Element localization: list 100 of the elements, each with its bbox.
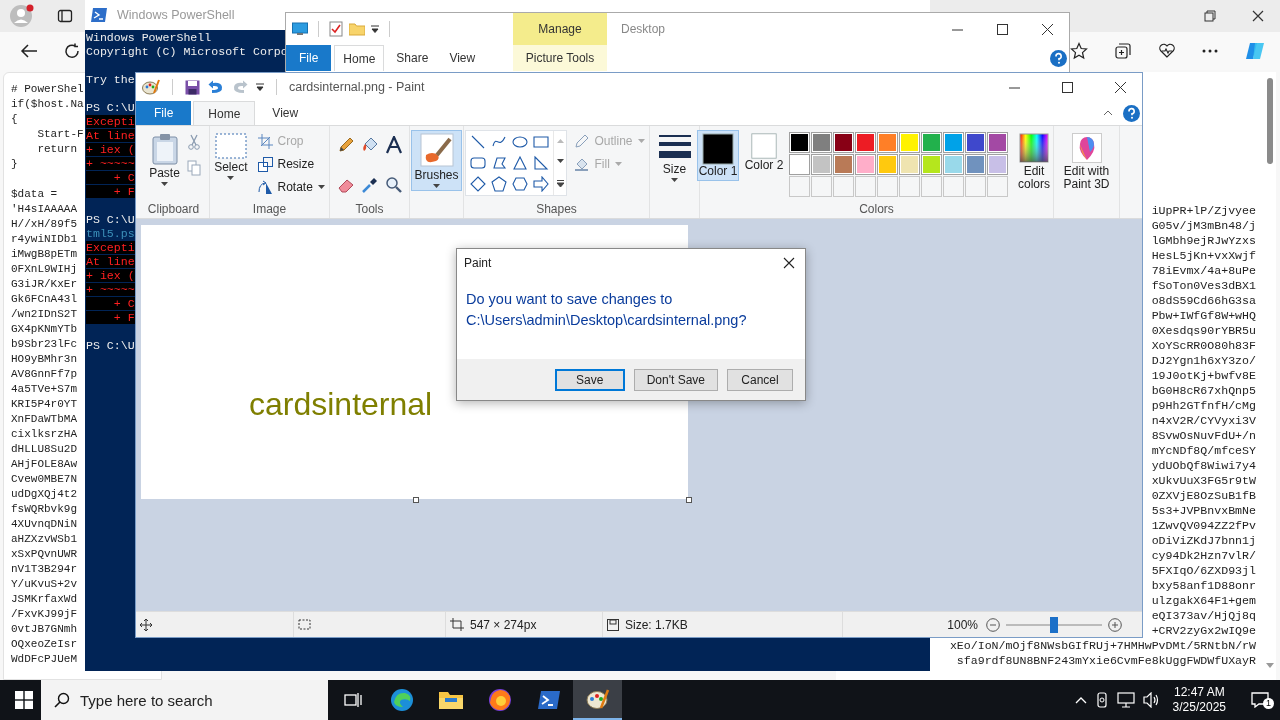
monitor-icon[interactable] [292,22,308,36]
color-swatch[interactable] [811,132,832,153]
dialog-button[interactable]: Don't Save [633,368,718,391]
color-swatch[interactable] [987,154,1008,175]
ribbon-command[interactable]: Rotate [254,176,328,198]
ribbon-tab[interactable]: Picture Tools [513,45,607,71]
color-swatch[interactable] [789,154,810,175]
triangle-icon[interactable] [511,155,530,171]
checklist-icon[interactable] [329,21,343,37]
clock-time[interactable]: 12:47 AM [1173,685,1225,700]
scroll-down-icon[interactable] [557,159,564,164]
rectangle-icon[interactable] [532,134,551,150]
ribbon-command[interactable]: Resize [254,153,328,175]
color-slot-button[interactable]: Color 1 [697,130,739,181]
maximize-icon[interactable] [997,23,1008,35]
taskbar-button[interactable] [573,680,622,720]
dialog-button[interactable]: Save [554,368,625,391]
profile-avatar-icon[interactable] [9,3,35,29]
brushes-button[interactable]: Brushes [411,130,462,191]
arrow-icon[interactable] [532,176,551,192]
color-swatch[interactable] [877,132,898,153]
scrollbar-thumb[interactable] [1267,78,1273,164]
ribbon-tab[interactable]: View [257,101,314,125]
device-icon[interactable] [1094,692,1109,708]
start-icon[interactable] [15,691,33,709]
help-icon[interactable] [1050,49,1067,67]
close-icon[interactable] [1252,10,1264,22]
maximize-icon[interactable] [1062,81,1073,93]
collapse-ribbon-icon[interactable] [1103,110,1113,116]
show-hidden-icons-icon[interactable] [1074,696,1087,704]
more-icon[interactable] [1202,49,1218,53]
palette-icon[interactable] [142,79,160,95]
notification-count: 1 [1263,698,1274,709]
zoom-out-icon[interactable] [986,617,1000,632]
color-swatch[interactable] [987,132,1008,153]
polygon-icon[interactable] [490,155,509,171]
dropdown-icon[interactable] [256,83,264,91]
color-swatch[interactable] [789,132,810,153]
paste-button[interactable]: Paste [146,130,183,189]
ribbon-tab[interactable]: File [286,45,332,71]
text-icon[interactable] [384,136,403,154]
expand-gallery-icon[interactable] [557,179,564,187]
clock-date[interactable]: 3/25/2025 [1172,700,1226,715]
tab-actions-icon[interactable] [57,8,73,24]
color-swatch[interactable] [943,154,964,175]
assistant-icon[interactable] [1244,41,1266,61]
save-icon[interactable] [185,79,200,95]
color-picker-icon[interactable] [360,176,379,194]
color-swatch[interactable] [965,154,986,175]
color-swatch[interactable] [943,132,964,153]
color-swatch[interactable] [877,154,898,175]
color-swatch[interactable] [921,154,942,175]
right-triangle-icon[interactable] [532,155,551,171]
zoom-slider-thumb[interactable] [1050,616,1058,633]
ribbon-tab[interactable]: Home [334,45,385,71]
color-swatch[interactable] [855,132,876,153]
collections-icon[interactable] [1114,42,1132,60]
dialog-button[interactable]: Cancel [727,368,793,391]
ribbon-tab[interactable]: Home [193,101,256,125]
ribbon-tab[interactable]: View [440,45,485,71]
color-swatch[interactable] [833,154,854,175]
color-swatch[interactable] [921,132,942,153]
favorites-star-icon[interactable] [1070,42,1088,60]
resize-handle[interactable] [413,497,419,503]
resize-handle[interactable] [686,497,692,503]
color-swatch[interactable] [855,154,876,175]
color-swatch[interactable] [899,132,920,153]
color-swatch[interactable] [965,132,986,153]
color-swatch[interactable] [811,154,832,175]
pencil-icon[interactable] [336,136,355,154]
paint-bucket-icon[interactable] [360,136,379,154]
back-icon[interactable] [20,43,38,59]
color-swatch[interactable] [833,132,854,153]
size-button[interactable]: Size [655,130,694,185]
hexagon-icon[interactable] [511,176,530,192]
undo-icon[interactable] [208,79,224,95]
refresh-icon[interactable] [64,43,80,59]
close-icon[interactable] [1115,81,1126,93]
dropdown-icon[interactable] [371,25,379,33]
magnifier-icon[interactable] [384,176,403,194]
selection-icon [298,618,312,631]
restore-icon[interactable] [1204,10,1216,22]
close-icon[interactable] [783,257,795,269]
close-icon[interactable] [1042,23,1053,35]
paint-3d-button[interactable]: Edit with Paint 3D [1055,130,1118,194]
network-icon[interactable] [1116,692,1135,708]
ribbon-tab[interactable]: Share [387,45,438,71]
color-slot-button[interactable]: Color 2 [743,130,785,175]
zoom-in-icon[interactable] [1108,617,1122,632]
edit-colors-button[interactable]: Edit colors [1012,130,1056,194]
select-button[interactable]: Select [211,130,251,183]
notifications-icon[interactable] [1251,692,1269,708]
color-swatch[interactable] [899,154,920,175]
help-icon[interactable] [1123,104,1140,122]
volume-icon[interactable] [1142,692,1161,708]
diamond-icon[interactable] [469,176,488,192]
heart-pulse-icon[interactable] [1158,42,1176,60]
pentagon-icon[interactable] [490,176,509,192]
ribbon-tab[interactable]: File [136,101,192,125]
search-field[interactable]: Type here to search [41,680,328,720]
